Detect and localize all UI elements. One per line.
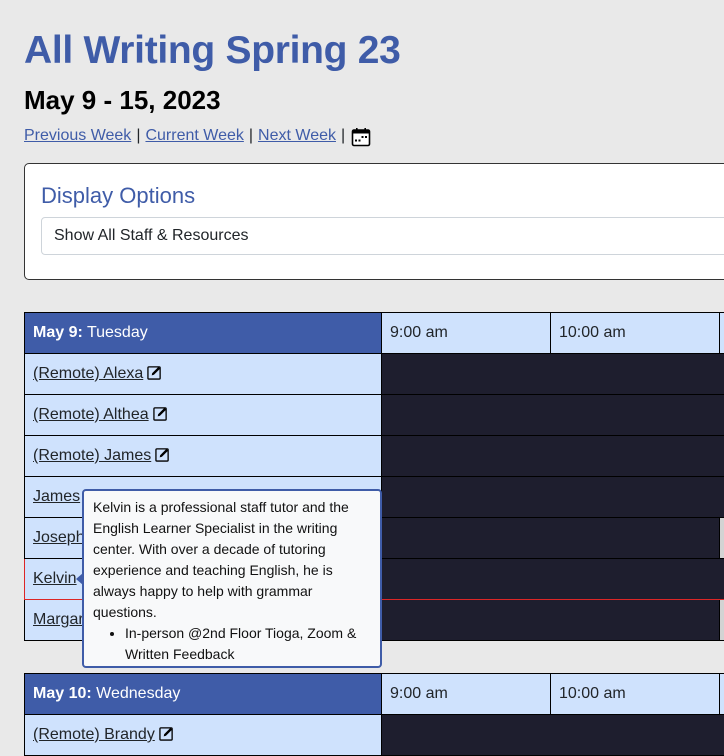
staff-link[interactable]: (Remote) Brandy [33, 726, 155, 743]
tooltip-list: In-person @2nd Floor Tioga, Zoom & Writt… [93, 623, 372, 665]
unavailable-slot [382, 600, 720, 641]
time-header [720, 313, 724, 354]
available-slot[interactable] [720, 600, 724, 641]
unavailable-slot [382, 395, 724, 436]
day-schedule-table: May 10: Wednesday 9:00 am 10:00 am (Remo… [24, 673, 724, 756]
day-header-row: May 9: Tuesday 9:00 am 10:00 am [25, 313, 724, 354]
staff-cell: (Remote) Brandy [25, 715, 382, 756]
week-navigation: Previous Week | Current Week | Next Week… [24, 125, 371, 147]
staff-cell: (Remote) James [25, 436, 382, 477]
time-header: 10:00 am [551, 313, 720, 354]
edit-icon[interactable] [153, 406, 168, 421]
unavailable-slot [382, 436, 724, 477]
staff-row: (Remote) Alexa [25, 354, 724, 395]
time-header: 10:00 am [551, 674, 720, 715]
tooltip-text: Kelvin is a professional staff tutor and… [93, 497, 372, 623]
time-header: 9:00 am [382, 313, 551, 354]
unavailable-slot [382, 559, 724, 600]
unavailable-slot [382, 477, 724, 518]
staff-row: (Remote) James [25, 436, 724, 477]
staff-row: (Remote) Althea [25, 395, 724, 436]
day-header-row: May 10: Wednesday 9:00 am 10:00 am [25, 674, 724, 715]
unavailable-slot [382, 354, 724, 395]
staff-link[interactable]: James [33, 488, 80, 505]
day-date: May 9: [33, 324, 83, 341]
staff-cell: (Remote) Alexa [25, 354, 382, 395]
day-weekday: Tuesday [87, 324, 148, 341]
staff-link[interactable]: Kelvin [33, 570, 77, 587]
available-slot[interactable] [720, 518, 724, 559]
staff-bio-tooltip: Kelvin is a professional staff tutor and… [82, 489, 382, 668]
staff-link[interactable]: (Remote) Alexa [33, 365, 143, 382]
separator: | [136, 125, 140, 147]
day-header: May 10: Wednesday [25, 674, 382, 715]
day-date: May 10: [33, 685, 92, 702]
staff-row: (Remote) Brandy [25, 715, 724, 756]
edit-icon[interactable] [147, 365, 162, 380]
calendar-icon[interactable] [351, 127, 371, 147]
page-title: All Writing Spring 23 [24, 28, 401, 74]
display-options-card: Display Options Show All Staff & Resourc… [24, 163, 724, 280]
display-options-select[interactable]: Show All Staff & Resources [41, 217, 724, 255]
staff-link[interactable]: Joseph [33, 529, 85, 546]
current-week-link[interactable]: Current Week [145, 125, 243, 147]
separator: | [249, 125, 253, 147]
staff-link[interactable]: (Remote) James [33, 447, 151, 464]
tooltip-bullet: In-person @2nd Floor Tioga, Zoom & Writt… [125, 623, 372, 665]
time-header: 9:00 am [382, 674, 551, 715]
day-header: May 9: Tuesday [25, 313, 382, 354]
previous-week-link[interactable]: Previous Week [24, 125, 131, 147]
unavailable-slot [382, 715, 724, 756]
edit-icon[interactable] [155, 447, 170, 462]
unavailable-slot [382, 518, 720, 559]
staff-cell: (Remote) Althea [25, 395, 382, 436]
time-header [720, 674, 724, 715]
date-range: May 9 - 15, 2023 [24, 84, 221, 116]
display-options-title: Display Options [41, 182, 195, 210]
staff-link[interactable]: Margar [33, 611, 84, 628]
next-week-link[interactable]: Next Week [258, 125, 336, 147]
tooltip-arrow [76, 573, 83, 585]
separator: | [341, 125, 345, 147]
staff-link[interactable]: (Remote) Althea [33, 406, 149, 423]
day-weekday: Wednesday [96, 685, 180, 702]
